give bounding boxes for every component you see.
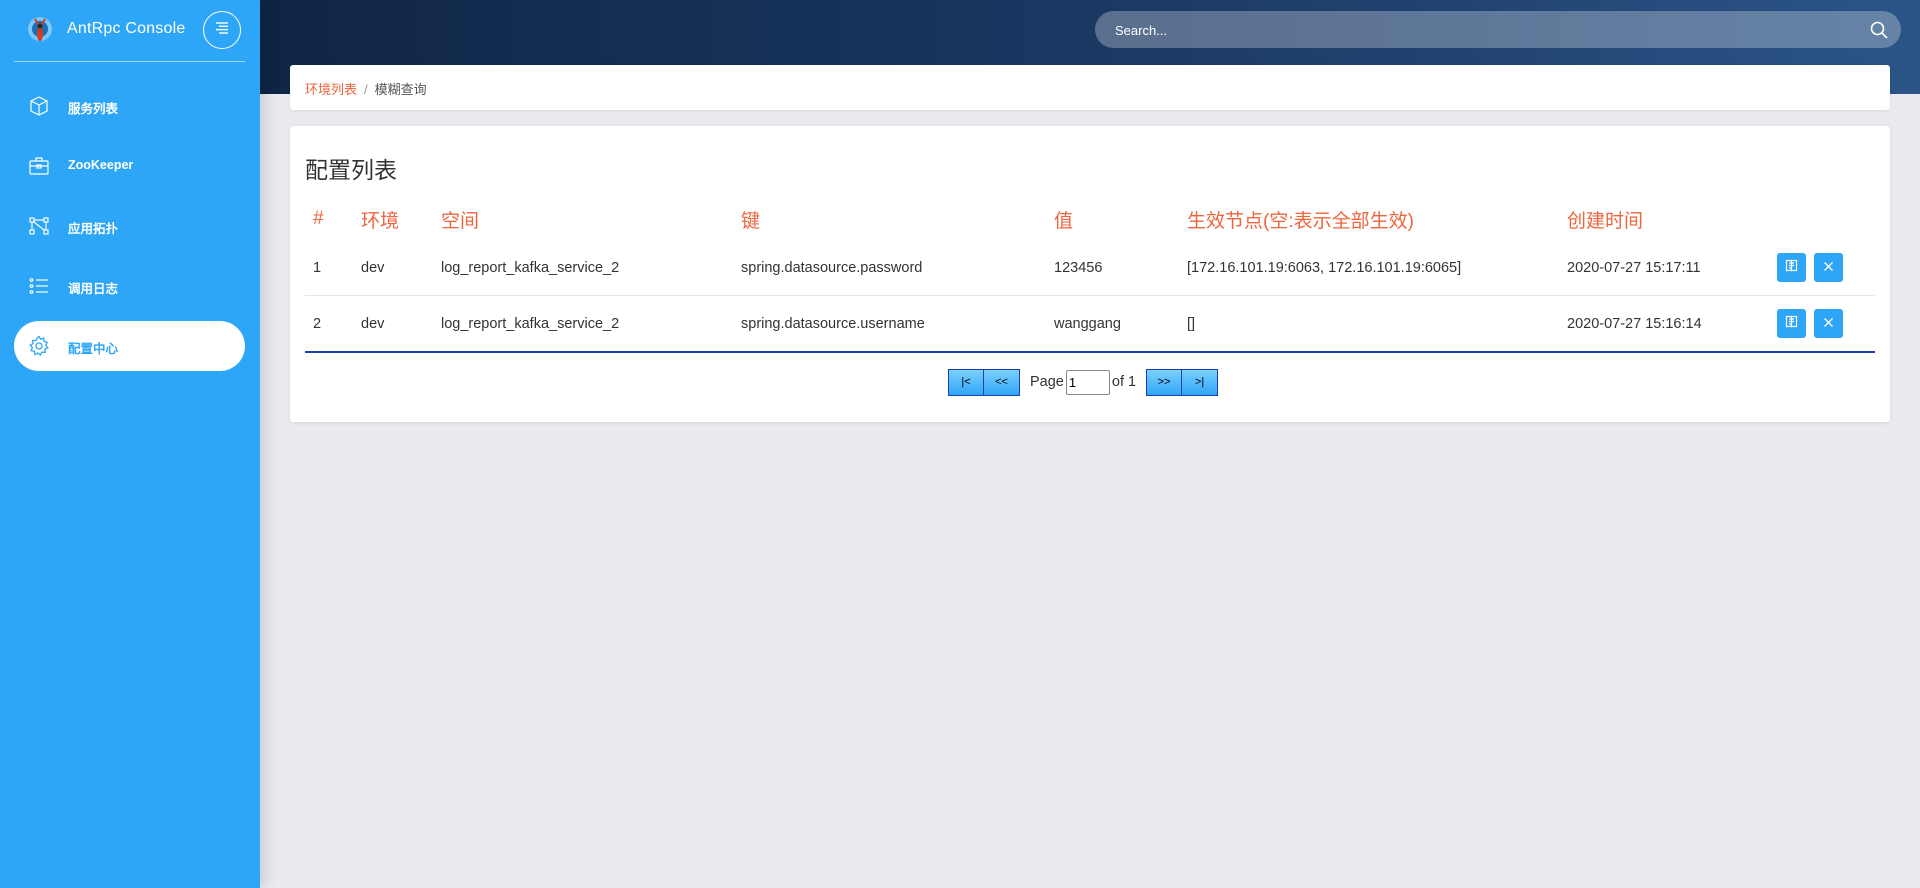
search-icon[interactable] [1869,20,1889,40]
column-header-index: # [313,208,324,229]
sidebar: AntRpc Console 服务列表 ZooKeeper 应用拓扑 调用日志 … [0,0,260,888]
breadcrumb-link-env-list[interactable]: 环境列表 [305,82,357,97]
cell-space: log_report_kafka_service_2 [433,240,733,296]
cell-created: 2020-07-27 15:16:14 [1559,295,1769,353]
breadcrumb-card: 环境列表 / 模糊查询 [290,65,1890,110]
cell-env: dev [353,240,433,296]
page-title: 配置列表 [305,157,397,183]
sidebar-item-config-center[interactable]: 配置中心 [14,321,245,371]
pagination: |< << Page of 1 >> >| [948,367,1219,397]
delete-button[interactable] [1814,309,1844,338]
sidebar-item-zookeeper[interactable]: ZooKeeper [14,141,245,191]
column-header-actions [1769,198,1875,240]
column-header-env: 环境 [361,210,400,232]
breadcrumb-separator: / [364,82,368,97]
cell-index: 1 [305,240,353,296]
sidebar-item-logs[interactable]: 调用日志 [14,261,245,311]
page-total-label: of 1 [1111,374,1137,390]
table-row: 1 dev log_report_kafka_service_2 spring.… [305,240,1875,296]
sidebar-item-label: 应用拓扑 [68,222,119,236]
breadcrumb-current: 模糊查询 [374,82,427,97]
cell-space: log_report_kafka_service_2 [433,295,733,353]
table-row: 2 dev log_report_kafka_service_2 spring.… [305,295,1875,353]
cell-value: 123456 [1046,240,1179,296]
sidebar-item-label: 调用日志 [68,282,119,296]
gear-icon [28,335,50,357]
table-header-row: # 环境 空间 键 值 生效节点(空:表示全部生效) 创建时间 [305,198,1875,240]
briefcase-icon [28,155,50,177]
close-icon [1823,316,1834,332]
column-header-nodes: 生效节点(空:表示全部生效) [1187,210,1414,232]
cell-created: 2020-07-27 15:17:11 [1559,240,1769,296]
config-table: # 环境 空间 键 值 生效节点(空:表示全部生效) 创建时间 1 dev lo… [305,198,1875,353]
app-title: AntRpc Console [67,20,186,37]
sidebar-item-label: 配置中心 [68,342,119,356]
delete-button[interactable] [1814,253,1844,282]
menu-toggle-button[interactable] [203,11,241,49]
sidebar-item-label: 服务列表 [68,102,119,116]
cell-env: dev [353,295,433,353]
cell-key: spring.datasource.username [733,295,1046,353]
sidebar-item-topology[interactable]: 应用拓扑 [14,201,245,251]
cell-value: wanggang [1046,295,1179,353]
topology-icon [28,215,50,237]
cell-actions [1769,240,1875,296]
column-header-value: 值 [1054,210,1074,232]
sidebar-item-services[interactable]: 服务列表 [14,81,245,131]
ant-logo-icon[interactable] [26,15,54,45]
next-page-button[interactable]: >> [1146,368,1183,396]
column-header-created: 创建时间 [1567,210,1644,232]
edit-button[interactable] [1777,253,1806,282]
cell-nodes: [] [1179,295,1559,353]
prev-page-button[interactable]: << [984,368,1020,396]
search-bar [1095,11,1901,50]
column-header-space: 空间 [441,210,480,232]
page-label: Page [1030,374,1064,390]
cell-actions [1769,295,1875,353]
config-list-card: 配置列表 # 环境 空间 键 值 生效节点(空:表示全部生效) 创建时间 1 d… [290,126,1890,422]
list-icon [28,275,50,297]
cell-key: spring.datasource.password [733,240,1046,296]
edit-button[interactable] [1777,309,1806,338]
last-page-button[interactable]: >| [1182,368,1219,396]
search-input[interactable] [1113,11,1817,50]
close-icon [1823,260,1834,276]
brand: AntRpc Console [14,0,245,62]
hamburger-icon [214,21,230,40]
breadcrumb: 环境列表 / 模糊查询 [305,79,427,98]
page-number-input[interactable] [1065,369,1110,395]
sidebar-item-label: ZooKeeper [68,158,134,172]
cell-index: 2 [305,295,353,353]
cube-icon [28,95,50,117]
edit-icon [1785,259,1798,276]
cell-nodes: [172.16.101.19:6063, 172.16.101.19:6065] [1179,240,1559,296]
edit-icon [1785,315,1798,332]
first-page-button[interactable]: |< [948,368,984,396]
column-header-key: 键 [741,210,761,232]
